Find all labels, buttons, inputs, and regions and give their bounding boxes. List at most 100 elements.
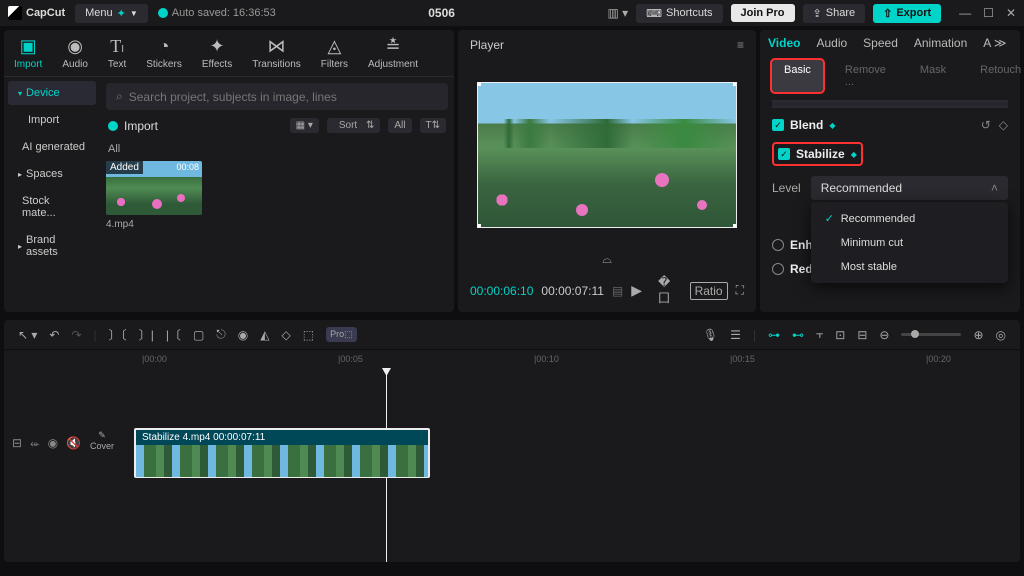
join-pro-label: Join Pro [741, 7, 785, 19]
delete-icon[interactable]: ▢ [193, 328, 204, 342]
tab-text[interactable]: TIText [108, 36, 126, 70]
zoom-out-icon[interactable]: ⊖ [879, 328, 889, 342]
pointer-tool[interactable]: ↖ ▾ [18, 328, 37, 342]
tool-align-icon[interactable]: ⊡ [835, 328, 845, 342]
join-pro-button[interactable]: Join Pro [731, 4, 795, 22]
timeline-clip[interactable]: Stabilize 4.mp4 00:00:07:11 [134, 428, 430, 478]
track-mute-icon[interactable]: 🔇 [66, 436, 81, 451]
quality-icon[interactable]: ▤ [612, 284, 623, 298]
track-lock-icon[interactable]: ⬰ [30, 436, 40, 451]
import-icon: ▣ [20, 36, 37, 57]
tab-filters[interactable]: ◬Filters [321, 36, 348, 70]
sidebar-item-spaces[interactable]: ▸Spaces [8, 162, 96, 186]
sidebar-item-import[interactable]: Import [8, 108, 96, 132]
tool-snap-icon[interactable]: ⊟ [857, 328, 867, 342]
undo-icon[interactable]: ↶ [49, 328, 59, 342]
player-menu-icon[interactable]: ≡ [737, 38, 744, 52]
scan-icon[interactable]: �囗 [658, 275, 682, 306]
stabilize-checkbox[interactable]: ✓ [778, 148, 790, 160]
trim-left-icon[interactable]: 〕| [139, 326, 154, 343]
sort-button[interactable]: Sort ⇅ [327, 118, 381, 133]
layout-icon[interactable]: ▥ ▾ [607, 6, 628, 20]
media-thumbnail[interactable]: Added 00:08 4.mp4 [106, 161, 202, 230]
sidebar-item-device[interactable]: ▾Device [8, 81, 96, 105]
maximize-icon[interactable]: ☐ [983, 6, 994, 20]
tab-more-label: A [983, 36, 990, 50]
crop-icon[interactable]: ⬚ [303, 328, 314, 342]
link-icon[interactable]: ⊷ [792, 328, 804, 342]
mirror-icon[interactable]: ◭ [260, 328, 269, 342]
record-icon[interactable]: ◉ [238, 328, 248, 342]
shortcuts-button[interactable]: ⌨ Shortcuts [636, 4, 722, 23]
tab-audio[interactable]: ◉Audio [62, 36, 88, 70]
tab-audio[interactable]: Audio [816, 36, 847, 50]
track-visible-icon[interactable]: ◉ [48, 436, 58, 451]
export-button[interactable]: ⇧ Export [873, 4, 941, 23]
tab-transitions[interactable]: ⋈Transitions [252, 36, 301, 70]
tab-effects[interactable]: ✦Effects [202, 36, 232, 70]
keyframe-icon[interactable]: ◇ [999, 118, 1008, 132]
scrollbar[interactable] [772, 100, 1008, 108]
menu-button[interactable]: Menu ✦ ▼ [75, 4, 148, 23]
tab-import-label: Import [14, 59, 42, 70]
subtab-basic[interactable]: Basic [772, 60, 823, 92]
tab-more[interactable]: A ≫ [983, 36, 1006, 50]
rotate-icon[interactable]: ◇ [282, 328, 291, 342]
tab-animation[interactable]: Animation [914, 36, 967, 50]
sidebar-item-ai[interactable]: AI generated [8, 135, 96, 159]
share-button[interactable]: ⇪ Share [803, 4, 866, 23]
tab-stickers[interactable]: ◔Stickers [146, 36, 182, 70]
ratio-button[interactable]: Ratio [690, 282, 728, 300]
search-input[interactable]: ⌕ Search project, subjects in image, lin… [106, 83, 448, 110]
timecode-current: 00:00:06:10 [470, 284, 533, 298]
redo-icon[interactable]: ↷ [71, 328, 81, 342]
fullscreen-icon[interactable]: ⛶ [736, 283, 744, 298]
mic-icon[interactable]: 🎙 [703, 328, 718, 342]
reduce-radio[interactable] [772, 263, 784, 275]
reset-icon[interactable]: ↺ [981, 118, 991, 132]
zoom-in-icon[interactable]: ⊕ [973, 328, 983, 342]
crop-handle[interactable] [733, 224, 737, 228]
pro-tool-icon[interactable]: Prо⬚ [326, 327, 357, 342]
cover-button[interactable]: ✎ Cover [88, 428, 116, 453]
dd-item-most-stable[interactable]: Most stable [811, 255, 1008, 279]
sidebar-item-brand[interactable]: ▸Brand assets [8, 228, 96, 264]
tool-cut-icon[interactable]: ⫟ [816, 327, 823, 342]
player-viewport[interactable] [477, 82, 737, 228]
split-icon[interactable]: 〕〔 [109, 326, 127, 343]
blend-checkbox[interactable]: ✓ [772, 119, 784, 131]
tab-video[interactable]: Video [768, 36, 800, 50]
crop-handle[interactable] [733, 82, 737, 86]
subtab-mask[interactable]: Mask [908, 60, 958, 92]
caption-icon[interactable]: ☰ [730, 328, 741, 342]
tab-speed[interactable]: Speed [863, 36, 898, 50]
zoom-slider[interactable] [901, 333, 961, 336]
minimize-icon[interactable]: — [959, 6, 971, 20]
crop-handle[interactable] [477, 82, 481, 86]
filter-icon[interactable]: T⇅ [420, 118, 447, 133]
play-button[interactable]: ▶ [631, 282, 642, 299]
magnet-on-icon[interactable]: ⊶ [768, 328, 780, 342]
enhance-radio[interactable] [772, 239, 784, 251]
ruler-tick: |00:10 [534, 354, 559, 364]
sidebar-item-stock[interactable]: Stock mate... [8, 189, 96, 225]
level-dropdown[interactable]: Recommended ˄ ✓Recommended Minimum cut M… [811, 176, 1008, 200]
fit-icon[interactable]: ◎ [996, 328, 1006, 342]
timeline-ruler[interactable]: |00:00 |00:05 |00:10 |00:15 |00:20 [4, 350, 1020, 372]
cut-icon[interactable]: ⎋ [216, 327, 226, 342]
close-icon[interactable]: ✕ [1006, 6, 1016, 20]
tab-import[interactable]: ▣ Import [14, 36, 42, 70]
subtab-remove[interactable]: Remove ... [833, 60, 898, 92]
dd-item-recommended[interactable]: ✓Recommended [811, 206, 1008, 231]
crop-handle[interactable] [477, 224, 481, 228]
clip-label: Stabilize 4.mp4 00:00:07:11 [136, 430, 428, 445]
share-icon: ⇪ [813, 7, 822, 20]
subtab-retouch[interactable]: Retouch [968, 60, 1024, 92]
camera-mode-icon[interactable]: ⌓ [602, 252, 612, 266]
tab-adjustment[interactable]: ≛Adjustment [368, 36, 418, 70]
trim-right-icon[interactable]: |〔 [166, 326, 181, 343]
track-toggle-icon[interactable]: ⊟ [12, 436, 22, 451]
dd-item-minimum[interactable]: Minimum cut [811, 231, 1008, 255]
grid-view-button[interactable]: ▦ ▾ [290, 118, 319, 133]
all-filter-button[interactable]: All [388, 118, 411, 133]
